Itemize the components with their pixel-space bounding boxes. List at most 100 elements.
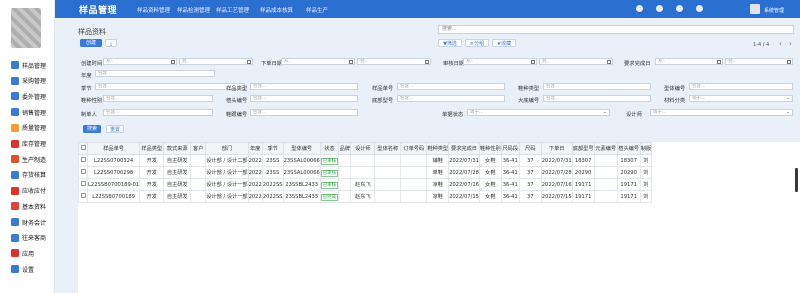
sidebar-item[interactable]: 应收应付 — [0, 185, 55, 197]
sidebar-item[interactable]: 设置 — [0, 263, 55, 275]
column-header[interactable]: 鞋种类型 — [426, 142, 450, 155]
export-button[interactable]: ⤓ — [105, 39, 117, 47]
order-date-to-input[interactable]: 到.. — [357, 58, 431, 65]
user-name[interactable]: 系统管理 — [764, 7, 784, 14]
column-header[interactable]: 样品类型 — [139, 142, 165, 155]
sole-type-input[interactable]: 包含... — [397, 95, 505, 102]
column-header[interactable]: 年度 — [247, 142, 263, 155]
prev-page-button[interactable]: ‹ — [779, 40, 782, 48]
sample-type-input[interactable]: 包含... — [250, 83, 358, 90]
column-header[interactable]: 型体名称 — [374, 142, 402, 155]
calendar-icon[interactable] — [425, 60, 429, 64]
designer-select[interactable]: 等于... ⌄ — [650, 109, 793, 116]
column-header[interactable]: 下单日 — [540, 142, 573, 155]
last-no-input[interactable]: 包含... — [250, 95, 358, 102]
sidebar-item[interactable]: 应用 — [0, 247, 55, 259]
group-button[interactable]: ≡分组 — [465, 39, 489, 47]
column-header[interactable]: 状态 — [319, 142, 340, 155]
maker-input[interactable]: 包含... — [103, 109, 213, 116]
sidebar-item[interactable]: 库存管理 — [0, 138, 55, 150]
calendar-icon[interactable] — [531, 60, 535, 64]
order-date-from-input[interactable]: 从.. — [281, 58, 355, 65]
row-checkbox[interactable] — [78, 178, 88, 191]
calendar-icon[interactable] — [607, 60, 611, 64]
column-header[interactable]: 要求完成日 — [448, 142, 480, 155]
column-header[interactable]: 样品单号 — [86, 142, 141, 155]
favorite-button[interactable]: ★收藏 — [492, 39, 516, 47]
column-header[interactable]: 尺码段 — [500, 142, 520, 155]
column-header[interactable]: 设计师 — [350, 142, 376, 155]
sidebar-item[interactable]: 往来客商 — [0, 232, 55, 244]
sidebar-item[interactable]: 质量管理 — [0, 122, 55, 134]
season-input[interactable]: 包含... — [95, 83, 245, 90]
row-checkbox[interactable] — [78, 190, 88, 203]
nav-sample-cost[interactable]: 样品成本核算 — [260, 6, 293, 14]
sidebar-item[interactable]: 委外管理 — [0, 90, 55, 102]
calendar-icon[interactable] — [349, 60, 353, 64]
search-button[interactable]: 搜索 — [83, 125, 101, 133]
settings-icon[interactable] — [656, 5, 663, 12]
sidebar-item[interactable]: 生产制造 — [0, 153, 55, 165]
create-button[interactable]: 创建 — [80, 39, 102, 47]
filter-button[interactable]: ▼筛选 — [438, 39, 462, 47]
clock-icon[interactable] — [636, 5, 643, 12]
column-header[interactable]: 季节 — [261, 142, 284, 155]
calendar-icon[interactable] — [787, 60, 791, 64]
nav-sample-data[interactable]: 样品资料管理 — [137, 6, 170, 14]
doc-status-select[interactable]: 等于... ⌄ — [467, 109, 610, 116]
sidebar-item[interactable]: 存货核算 — [0, 169, 55, 181]
created-from-input[interactable]: 从.. — [103, 58, 177, 65]
vertical-scrollbar[interactable] — [795, 168, 798, 192]
reset-button[interactable]: 重置 — [106, 125, 124, 133]
shoe-gender-input[interactable]: 包含... — [103, 95, 213, 102]
column-header[interactable]: 型体编号 — [282, 142, 321, 155]
column-header[interactable]: 底部型号 — [571, 142, 595, 155]
column-header[interactable]: 制版 — [639, 142, 653, 155]
table-row[interactable]: L22SSB0700189-01 开发 自主研发 设计部 / 设计一部 2022 2022… — [78, 178, 653, 191]
avatar[interactable] — [750, 4, 760, 14]
row-checkbox[interactable] — [78, 154, 88, 167]
calendar-icon[interactable] — [171, 60, 175, 64]
app-window: 样品管理采购管理委外管理销售管理质量管理库存管理生产制造存货核算应收应付基本资料… — [0, 0, 800, 293]
year-input[interactable]: 包含.. — [95, 70, 215, 77]
table-row[interactable]: L22SS0700324 开发 自主研发 设计部 / 设计二部 2022 23SS 23SS… — [78, 154, 653, 167]
table-row[interactable]: L22SSB0700189 开发 自主研发 设计部 / 设计一部 2022 2022SS 2… — [78, 190, 653, 203]
review-date-from-input[interactable]: 从.. — [463, 58, 537, 65]
column-header[interactable]: 品牌 — [338, 142, 352, 155]
column-header[interactable]: 楦头编号 — [616, 142, 641, 155]
shoe-type-input[interactable]: 包含... — [543, 83, 651, 90]
main-sole-input[interactable]: 包含... — [543, 95, 651, 102]
column-header[interactable]: 订单号码 — [400, 142, 428, 155]
column-header[interactable]: 鞋种性别 — [478, 142, 502, 155]
row-checkbox[interactable] — [78, 166, 88, 179]
calendar-icon[interactable] — [717, 60, 721, 64]
due-to-input[interactable]: 到.. — [725, 58, 793, 65]
model-no-input[interactable]: 包含... — [689, 83, 793, 90]
sample-no-input[interactable]: 包含... — [397, 83, 505, 90]
nav-sample-test[interactable]: 样品检测管理 — [177, 6, 210, 14]
select-all-checkbox[interactable] — [78, 142, 88, 155]
column-header[interactable]: 元素编号 — [593, 142, 618, 155]
search-input[interactable]: 搜索... — [438, 25, 794, 34]
material-category-select[interactable]: 等于... ⌄ — [689, 95, 793, 102]
created-to-input[interactable]: 到.. — [179, 58, 253, 65]
sidebar-item[interactable]: 采购管理 — [0, 75, 55, 87]
due-from-input[interactable]: 从.. — [655, 58, 723, 65]
sidebar-item[interactable]: 样品管理 — [0, 59, 55, 71]
sidebar-item[interactable]: 基本资料 — [0, 200, 55, 212]
chat-icon[interactable] — [676, 5, 683, 12]
sidebar-item[interactable]: 财务会计 — [0, 216, 55, 228]
heel-no-input[interactable]: 包含... — [250, 109, 358, 116]
notification-icon[interactable] — [696, 5, 703, 12]
sidebar-item[interactable]: 销售管理 — [0, 106, 55, 118]
nav-sample-process[interactable]: 样品工艺管理 — [216, 6, 249, 14]
nav-sample-production[interactable]: 样品生产 — [306, 6, 328, 14]
review-date-to-input[interactable]: 到.. — [539, 58, 613, 65]
calendar-icon[interactable] — [247, 60, 251, 64]
column-header[interactable]: 客户 — [190, 142, 207, 155]
column-header[interactable]: 款式来源 — [163, 142, 192, 155]
column-header[interactable]: 部门 — [205, 142, 249, 155]
table-row[interactable]: L22SS0700298 开发 自主研发 设计部 / 设计一部 2022 23SS 23SS… — [78, 166, 653, 179]
column-header[interactable]: 尺码 — [518, 142, 542, 155]
next-page-button[interactable]: › — [789, 40, 792, 48]
